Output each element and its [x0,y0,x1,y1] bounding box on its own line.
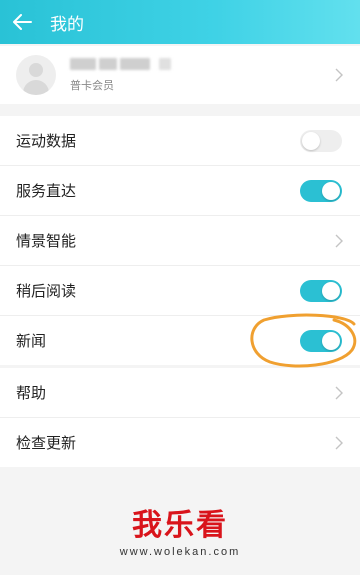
sports-data-toggle[interactable] [300,129,342,152]
setting-label: 情景智能 [16,233,77,250]
setting-row-service-direct[interactable]: 服务直达 [0,166,360,216]
chevron-right-icon [335,436,343,449]
app-header: 我的 [0,0,360,44]
membership-level: 普卡会员 [70,80,114,92]
chevron-right-icon [335,386,343,399]
watermark-title: 我乐看 [132,508,228,543]
setting-label: 新闻 [16,333,47,350]
setting-row-scene-smart[interactable]: 情景智能 [0,216,360,266]
check-update-label: 检查更新 [16,435,77,452]
page-title: 我的 [50,14,84,34]
row-help[interactable]: 帮助 [0,368,360,418]
watermark-url: www.wolekan.com [119,546,241,558]
setting-label: 服务直达 [16,183,77,200]
other-list: 帮助 检查更新 [0,368,360,467]
setting-row-read-later[interactable]: 稍后阅读 [0,266,360,316]
user-name-redacted [70,57,332,71]
profile-card[interactable]: 普卡会员 [0,46,360,104]
news-toggle[interactable] [300,329,342,352]
watermark: 我乐看 www.wolekan.com [0,490,360,575]
setting-row-sports-data[interactable]: 运动数据 [0,116,360,166]
setting-label: 运动数据 [16,133,77,150]
avatar [16,55,56,95]
setting-label: 稍后阅读 [16,283,77,300]
chevron-right-icon [335,68,343,82]
read-later-toggle[interactable] [300,279,342,302]
arrow-left-icon [13,14,32,30]
help-label: 帮助 [16,385,47,402]
service-direct-toggle[interactable] [300,179,342,202]
row-check-update[interactable]: 检查更新 [0,418,360,467]
back-button[interactable] [0,0,44,44]
setting-row-news[interactable]: 新闻 [0,316,360,365]
chevron-right-icon [335,234,343,247]
settings-list: 运动数据 服务直达 情景智能 稍后阅读 新闻 [0,116,360,365]
